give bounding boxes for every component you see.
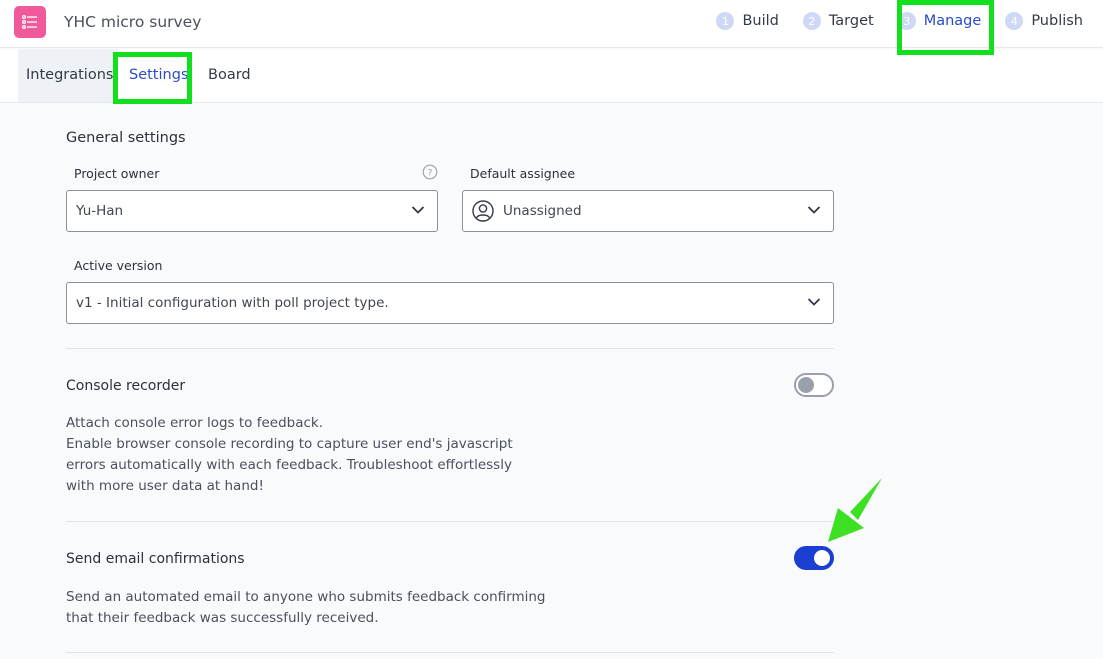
divider <box>66 521 834 522</box>
email-confirmations-toggle[interactable] <box>794 546 834 570</box>
project-owner-select[interactable]: Yu-Han <box>66 190 438 232</box>
project-owner-label: Project owner <box>74 166 160 181</box>
highlight-box-manage <box>897 0 994 55</box>
description-line: Attach console error logs to feedback. <box>66 415 324 431</box>
console-recorder-toggle[interactable] <box>794 373 834 397</box>
description-line: that their feedback was successfully rec… <box>66 610 379 626</box>
chevron-down-icon <box>807 206 821 214</box>
general-settings-title: General settings <box>66 130 186 146</box>
help-icon[interactable]: ? <box>422 164 438 180</box>
list-icon[interactable] <box>14 6 46 38</box>
default-assignee-select[interactable]: Unassigned <box>462 190 834 232</box>
default-assignee-label: Default assignee <box>470 166 576 181</box>
step-number: 4 <box>1005 12 1024 30</box>
step-label: Target <box>828 13 874 29</box>
email-confirmations-description: Send an automated email to anyone who su… <box>66 587 546 629</box>
project-owner-value: Yu-Han <box>76 203 124 219</box>
console-recorder-title: Console recorder <box>66 378 186 394</box>
description-line: Enable browser console recording to capt… <box>66 436 513 452</box>
description-line: with more user data at hand! <box>66 478 264 494</box>
default-assignee-value: Unassigned <box>503 203 582 219</box>
divider <box>66 652 834 653</box>
step-label: Publish <box>1031 13 1083 29</box>
arrow-annotation-icon <box>828 478 882 542</box>
toggle-knob <box>814 550 830 566</box>
chevron-down-icon <box>411 206 425 214</box>
description-line: Send an automated email to anyone who su… <box>66 589 546 605</box>
email-confirmations-title: Send email confirmations <box>66 551 245 567</box>
workflow-steps: 1 Build 2 Target 3 Manage 4 Publish <box>692 12 1083 30</box>
active-version-select[interactable]: v1 - Initial configuration with poll pro… <box>66 282 834 324</box>
chevron-down-icon <box>807 298 821 306</box>
svg-text:?: ? <box>428 168 433 178</box>
active-version-label: Active version <box>74 258 163 273</box>
app-title: YHC micro survey <box>64 13 202 31</box>
tab-board[interactable]: Board <box>208 67 251 83</box>
toggle-knob <box>798 377 814 393</box>
active-version-value: v1 - Initial configuration with poll pro… <box>76 295 389 311</box>
step-target[interactable]: 2 Target <box>802 12 874 30</box>
step-label: Build <box>742 13 779 29</box>
user-avatar-icon <box>472 200 494 222</box>
step-build[interactable]: 1 Build <box>716 12 779 30</box>
console-recorder-description: Attach console error logs to feedback. E… <box>66 413 536 497</box>
tab-integrations[interactable]: Integrations <box>26 67 113 83</box>
step-number: 1 <box>716 12 735 30</box>
step-number: 2 <box>802 12 821 30</box>
step-publish[interactable]: 4 Publish <box>1005 12 1083 30</box>
divider <box>66 348 834 349</box>
highlight-box-settings <box>113 52 192 104</box>
description-line: errors automatically with each feedback.… <box>66 457 512 473</box>
